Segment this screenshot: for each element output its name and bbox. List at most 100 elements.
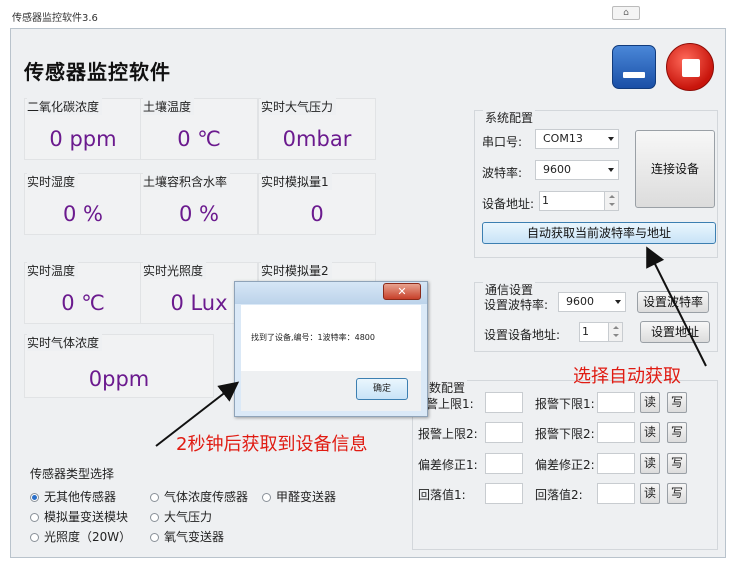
reading-value: 0 ℃ bbox=[61, 291, 105, 315]
reading-label: 土壤温度 bbox=[143, 98, 195, 115]
stepper-down-icon bbox=[609, 203, 615, 206]
set-baud-button[interactable]: 设置波特率 bbox=[637, 291, 709, 313]
reading-label: 实时光照度 bbox=[143, 262, 207, 279]
radio-label: 气体浓度传感器 bbox=[164, 490, 249, 504]
radio-analog[interactable]: 模拟量变送模块 bbox=[30, 508, 128, 525]
chevron-down-icon bbox=[615, 300, 621, 304]
annotation-two-seconds: 2秒钟后获取到设备信息 bbox=[176, 434, 368, 455]
radio-icon bbox=[150, 513, 159, 522]
radio-label: 无其他传感器 bbox=[44, 490, 117, 504]
radio-label: 模拟量变送模块 bbox=[44, 510, 129, 524]
param-input[interactable] bbox=[485, 422, 523, 443]
write-button[interactable]: 写 bbox=[667, 392, 687, 413]
port-label: 串口号: bbox=[482, 135, 523, 149]
radio-label: 氧气变送器 bbox=[164, 530, 225, 544]
set-baud-label: 设置波特率: bbox=[484, 298, 549, 312]
group-title: 数配置 bbox=[427, 379, 468, 396]
reading-card-co2: 二氧化碳浓度 0 ppm bbox=[24, 98, 142, 160]
stepper-up-icon bbox=[609, 195, 615, 198]
dialog-message: 找到了设备,编号：1波特率：4800 bbox=[251, 333, 375, 342]
param-input[interactable] bbox=[597, 392, 635, 413]
radio-icon bbox=[150, 493, 159, 502]
param-input[interactable] bbox=[485, 483, 523, 504]
stop-icon bbox=[682, 59, 700, 77]
message-dialog: ✕ 找到了设备,编号：1波特率：4800 确定 bbox=[234, 281, 428, 417]
stepper-down-icon bbox=[613, 334, 619, 337]
reading-label: 实时气体浓度 bbox=[27, 334, 103, 351]
radio-icon bbox=[262, 493, 271, 502]
param-label: 报警下限1: bbox=[535, 397, 595, 411]
read-button[interactable]: 读 bbox=[640, 483, 660, 504]
stepper-up-icon bbox=[613, 326, 619, 329]
reading-label: 土壤容积含水率 bbox=[143, 173, 231, 190]
radio-label: 大气压力 bbox=[164, 510, 213, 524]
radio-oxygen[interactable]: 氧气变送器 bbox=[150, 528, 224, 545]
stepper-buttons[interactable] bbox=[608, 323, 622, 341]
port-select[interactable]: COM13 bbox=[535, 129, 619, 149]
sensor-type-title: 传感器类型选择 bbox=[30, 467, 115, 481]
set-address-label: 设置设备地址: bbox=[484, 328, 561, 342]
minimize-button[interactable] bbox=[612, 45, 656, 89]
radio-none[interactable]: 无其他传感器 bbox=[30, 488, 116, 505]
radio-formaldehyde[interactable]: 甲醛变送器 bbox=[262, 488, 336, 505]
reading-value: 0 % bbox=[179, 202, 219, 226]
param-input[interactable] bbox=[597, 483, 635, 504]
radio-label: 光照度（20W） bbox=[44, 530, 132, 544]
reading-value: 0mbar bbox=[282, 127, 352, 151]
reading-label: 实时湿度 bbox=[27, 173, 79, 190]
reading-card-analog-1: 实时模拟量1 0 bbox=[258, 173, 376, 235]
stepper-buttons[interactable] bbox=[604, 192, 618, 210]
reading-label: 二氧化碳浓度 bbox=[27, 98, 103, 115]
reading-value: 0 ppm bbox=[49, 127, 117, 151]
reading-card-temperature: 实时温度 0 ℃ bbox=[24, 262, 142, 324]
connect-device-button[interactable]: 连接设备 bbox=[635, 130, 715, 208]
param-label: 报警下限2: bbox=[535, 427, 595, 441]
param-label: 偏差修正1: bbox=[418, 458, 478, 472]
baud-value: 9600 bbox=[543, 163, 571, 176]
chevron-down-icon bbox=[608, 137, 614, 141]
radio-icon bbox=[30, 533, 39, 542]
reading-card-humidity: 实时湿度 0 % bbox=[24, 173, 142, 235]
dialog-title-bar: ✕ bbox=[235, 282, 427, 304]
radio-icon bbox=[30, 513, 39, 522]
param-label: 回落值2: bbox=[535, 488, 583, 502]
set-address-stepper[interactable]: 1 bbox=[579, 322, 623, 342]
radio-illuminance[interactable]: 光照度（20W） bbox=[30, 528, 131, 545]
close-button[interactable] bbox=[666, 43, 714, 91]
radio-selected-icon bbox=[30, 493, 39, 502]
param-input[interactable] bbox=[597, 453, 635, 474]
write-button[interactable]: 写 bbox=[667, 483, 687, 504]
param-label: 回落值1: bbox=[418, 488, 466, 502]
set-address-button[interactable]: 设置地址 bbox=[640, 321, 710, 343]
set-baud-value: 9600 bbox=[566, 295, 594, 308]
radio-gas[interactable]: 气体浓度传感器 bbox=[150, 488, 248, 505]
set-address-value: 1 bbox=[582, 325, 589, 338]
param-input[interactable] bbox=[485, 392, 523, 413]
minimize-icon bbox=[623, 72, 645, 78]
dialog-ok-button[interactable]: 确定 bbox=[356, 378, 408, 400]
write-button[interactable]: 写 bbox=[667, 422, 687, 443]
app-title: 传感器监控软件 bbox=[24, 60, 171, 84]
param-input[interactable] bbox=[597, 422, 635, 443]
window-title: 传感器监控软件3.6 bbox=[12, 13, 98, 24]
dialog-close-button[interactable]: ✕ bbox=[383, 283, 421, 300]
reading-value: 0 ℃ bbox=[177, 127, 221, 151]
read-button[interactable]: 读 bbox=[640, 422, 660, 443]
read-button[interactable]: 读 bbox=[640, 392, 660, 413]
baud-select[interactable]: 9600 bbox=[535, 160, 619, 180]
param-input[interactable] bbox=[485, 453, 523, 474]
reading-card-soil-moisture: 土壤容积含水率 0 % bbox=[140, 173, 258, 235]
annotation-auto-get: 选择自动获取 bbox=[573, 366, 681, 387]
reading-card-gas: 实时气体浓度 0ppm bbox=[24, 334, 214, 398]
address-stepper[interactable]: 1 bbox=[539, 191, 619, 211]
read-button[interactable]: 读 bbox=[640, 453, 660, 474]
title-bar-button[interactable]: ⌂ bbox=[612, 6, 640, 20]
radio-pressure[interactable]: 大气压力 bbox=[150, 508, 212, 525]
set-baud-select[interactable]: 9600 bbox=[558, 292, 626, 312]
reading-label: 实时模拟量2 bbox=[261, 262, 332, 279]
radio-icon bbox=[150, 533, 159, 542]
auto-detect-button[interactable]: 自动获取当前波特率与地址 bbox=[482, 222, 716, 244]
group-title: 系统配置 bbox=[483, 109, 536, 126]
address-value: 1 bbox=[542, 194, 549, 207]
write-button[interactable]: 写 bbox=[667, 453, 687, 474]
